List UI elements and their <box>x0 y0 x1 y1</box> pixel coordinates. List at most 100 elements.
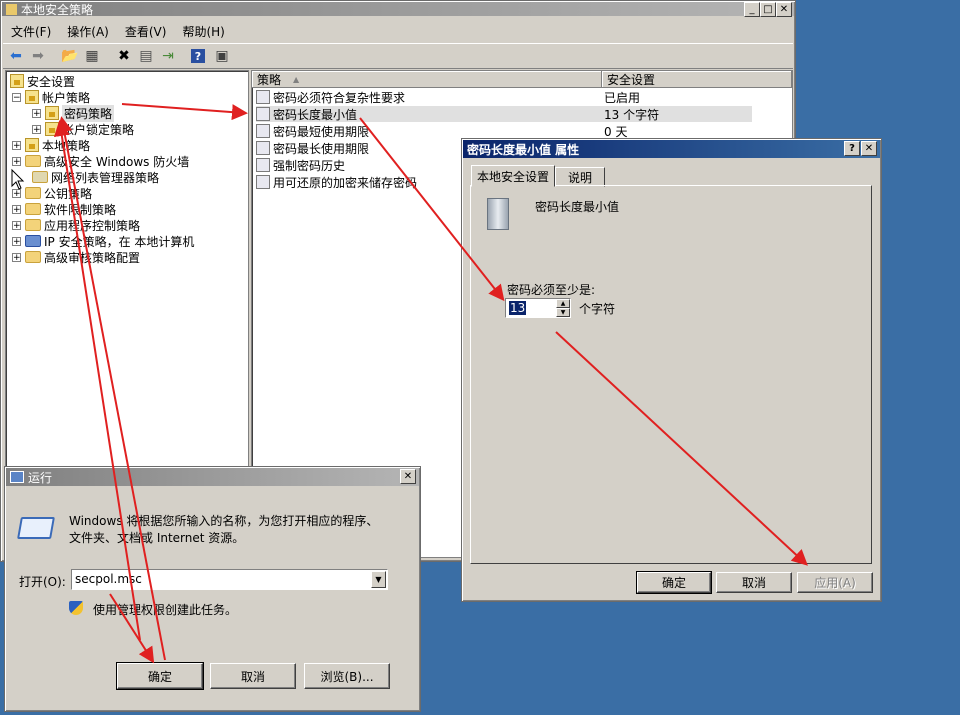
minimize-button[interactable]: _ <box>744 2 760 17</box>
tree-item-password-policy[interactable]: + 密码策略 <box>32 104 115 122</box>
length-unit-label: 个字符 <box>579 302 616 316</box>
server-icon <box>487 198 509 230</box>
folder-lock-icon <box>45 122 59 136</box>
cancel-button[interactable]: 取消 <box>210 663 296 689</box>
command-input[interactable]: secpol.msc <box>75 572 142 586</box>
tree-item-local-policy[interactable]: + 本地策略 <box>12 137 90 153</box>
policy-heading: 密码长度最小值 <box>535 200 620 214</box>
folder-icon <box>25 155 41 167</box>
expand-icon[interactable]: + <box>12 140 21 150</box>
tree-item-firewall[interactable]: + 高级安全 Windows 防火墙 <box>12 153 189 169</box>
cancel-button[interactable]: 取消 <box>716 572 792 593</box>
properties-dialog: 密码长度最小值 属性 ? ✕ 本地安全设置 说明 密码长度最小值 密码必须至少是… <box>461 138 882 602</box>
menu-bar: 文件(F) 操作(A) 查看(V) 帮助(H) <box>3 21 793 41</box>
ok-button[interactable]: 确定 <box>116 662 204 690</box>
folder-lock-icon <box>6 3 17 15</box>
menu-help[interactable]: 帮助(H) <box>174 23 232 40</box>
folder-lock-icon <box>45 106 59 120</box>
close-button[interactable]: ✕ <box>861 141 877 156</box>
folder-lock-icon <box>25 138 39 152</box>
policy-icon <box>256 90 270 104</box>
ip-security-icon <box>25 235 41 247</box>
browse-button[interactable]: 浏览(B)... <box>304 663 390 689</box>
minimum-length-prompt: 密码必须至少是: <box>507 283 596 297</box>
policy-icon <box>256 158 270 172</box>
sort-ascending-icon: ▲ <box>293 74 300 84</box>
tree-item-lockout-policy[interactable]: + 帐户锁定策略 <box>32 121 134 137</box>
tree-item-account-policy[interactable]: − 帐户策略 <box>12 89 90 105</box>
command-combobox[interactable]: secpol.msc ▼ <box>71 569 388 590</box>
folder-icon <box>25 251 41 263</box>
properties-dialog-titlebar[interactable]: 密码长度最小值 属性 ? ✕ <box>463 140 880 158</box>
folder-icon <box>25 187 41 199</box>
collapse-icon[interactable]: − <box>12 92 21 102</box>
tab-explain[interactable]: 说明 <box>555 167 605 187</box>
tree-item-ip-security[interactable]: + IP 安全策略，在 本地计算机 <box>12 233 194 249</box>
properties-icon[interactable]: ▤ <box>137 47 155 65</box>
run-dialog-titlebar[interactable]: 运行 ✕ <box>6 468 419 486</box>
menu-action[interactable]: 操作(A) <box>59 23 117 40</box>
folder-icon <box>25 219 41 231</box>
help-icon[interactable]: ? <box>191 49 205 63</box>
up-folder-icon[interactable]: 📂 <box>61 47 79 65</box>
policy-icon <box>256 175 270 189</box>
folder-lock-icon <box>25 90 39 104</box>
tree-item-app-control[interactable]: + 应用程序控制策略 <box>12 217 140 233</box>
dropdown-arrow-icon[interactable]: ▼ <box>371 571 386 588</box>
expand-icon[interactable]: + <box>12 252 21 262</box>
expand-icon[interactable]: + <box>32 108 41 118</box>
length-spinbox[interactable]: 13 ▲ ▼ <box>505 298 571 318</box>
tab-local-security-setting[interactable]: 本地安全设置 <box>471 165 555 187</box>
security-icon <box>10 74 24 88</box>
length-value[interactable]: 13 <box>509 301 527 315</box>
uac-shield-icon <box>69 601 83 615</box>
ok-button[interactable]: 确定 <box>636 571 712 594</box>
column-header-setting[interactable]: 安全设置 <box>602 71 792 88</box>
export-list-icon[interactable]: ⇥ <box>159 47 177 65</box>
run-program-icon <box>17 517 55 539</box>
folder-icon <box>25 203 41 215</box>
tree-item-advanced-audit[interactable]: + 高级审核策略配置 <box>12 249 140 265</box>
spin-down-button[interactable]: ▼ <box>556 308 570 317</box>
close-button[interactable]: ✕ <box>776 2 792 17</box>
open-label: 打开(O): <box>19 575 66 589</box>
menu-file[interactable]: 文件(F) <box>3 23 59 40</box>
main-window-title: 本地安全策略 <box>21 2 94 17</box>
run-description: Windows 将根据您所输入的名称，为您打开相应的程序、文件夹、文档或 Int… <box>69 514 379 545</box>
toolbar: ⬅ ➡ 📂 ▦ ✖ ▤ ⇥ ? ▣ <box>3 43 793 69</box>
expand-icon[interactable]: + <box>32 124 41 134</box>
policy-row[interactable]: 密码必须符合复杂性要求 已启用 <box>256 89 752 105</box>
expand-icon[interactable]: + <box>12 156 21 166</box>
expand-icon[interactable]: + <box>12 188 21 198</box>
policy-row[interactable]: 密码最短使用期限 0 天 <box>256 123 752 139</box>
run-icon <box>10 471 24 483</box>
tab-panel: 密码长度最小值 密码必须至少是: 13 ▲ ▼ 个字符 <box>470 185 872 564</box>
admin-note: 使用管理权限创建此任务。 <box>93 603 238 617</box>
tree-item-software-restriction[interactable]: + 软件限制策略 <box>12 201 116 217</box>
spin-up-button[interactable]: ▲ <box>556 299 570 308</box>
show-hide-tree-icon[interactable]: ▦ <box>83 47 101 65</box>
expand-icon[interactable]: + <box>12 204 21 214</box>
run-dialog-title: 运行 <box>28 470 53 485</box>
policy-icon <box>256 141 270 155</box>
folder-icon <box>32 171 48 183</box>
delete-icon[interactable]: ✖ <box>115 47 133 65</box>
column-header-policy[interactable]: 策略 ▲ <box>252 71 602 88</box>
maximize-button[interactable]: □ <box>760 2 776 17</box>
forward-arrow-icon[interactable]: ➡ <box>29 47 47 65</box>
back-arrow-icon[interactable]: ⬅ <box>7 47 25 65</box>
main-window-titlebar[interactable]: 本地安全策略 _ □ ✕ <box>2 2 794 17</box>
expand-icon[interactable]: + <box>12 220 21 230</box>
tree-item-security-settings[interactable]: 安全设置 <box>10 73 75 89</box>
menu-view[interactable]: 查看(V) <box>117 23 175 40</box>
context-help-button[interactable]: ? <box>844 141 860 156</box>
properties-dialog-title: 密码长度最小值 属性 <box>467 142 580 157</box>
apply-button[interactable]: 应用(A) <box>797 572 873 593</box>
policy-icon <box>256 124 270 138</box>
tree-item-network-list[interactable]: 网络列表管理器策略 <box>32 169 159 185</box>
expand-icon[interactable]: + <box>12 236 21 246</box>
policy-row-selected[interactable]: 密码长度最小值 13 个字符 <box>256 106 752 122</box>
close-button[interactable]: ✕ <box>400 469 416 484</box>
view-icon[interactable]: ▣ <box>213 47 231 65</box>
tree-item-public-key[interactable]: + 公钥策略 <box>12 185 92 201</box>
